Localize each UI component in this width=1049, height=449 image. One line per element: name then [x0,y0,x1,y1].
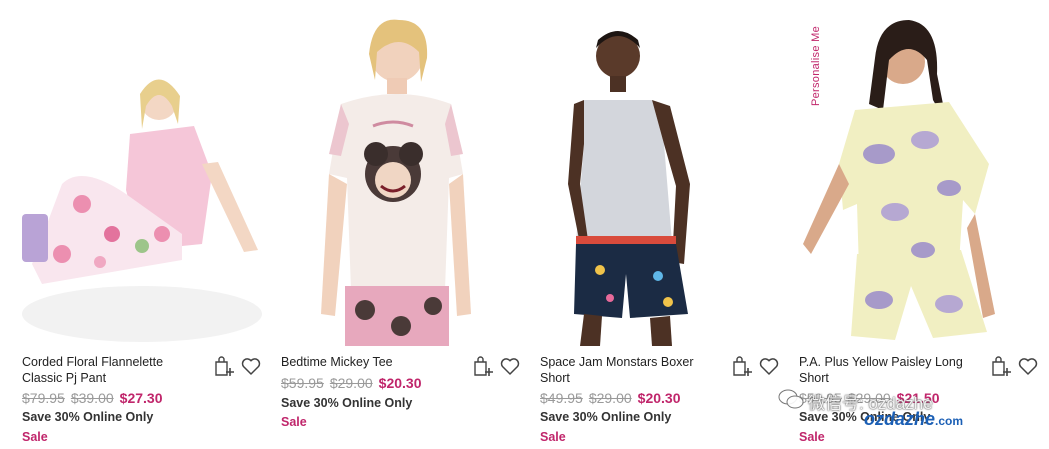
add-to-bag-icon[interactable] [730,354,754,378]
watermark-logo-suffix: .com [935,414,964,428]
watermark-logo-text: ozdazhe [864,409,936,429]
sale-price: $20.30 [637,390,681,406]
price-group: $49.95 $29.00 $20.30 [540,389,782,407]
heart-icon[interactable] [1016,354,1040,378]
product-card[interactable]: Bedtime Mickey Tee $59.95 $29.00 $20.30 Sa… [281,0,523,449]
original-price: $49.95 [540,390,583,406]
product-card[interactable]: P.A. Plus Yellow Paisley Long Short $59.… [799,0,1041,449]
product-title[interactable]: Space Jam Monstars Boxer Short [540,354,718,386]
promo-text: Save 30% Online Only [281,396,413,410]
sale-badge: Sale [22,430,48,444]
product-image[interactable] [799,14,1041,346]
sale-badge: Sale [281,415,307,429]
product-grid: Corded Floral Flannelette Classic Pj Pan… [0,0,1049,449]
product-image[interactable] [22,14,264,346]
promo-text: Save 30% Online Only [22,410,154,424]
product-title-row: Corded Floral Flannelette Classic Pj Pan… [22,354,264,388]
heart-icon[interactable] [757,354,781,378]
price-group: $79.95 $39.00 $27.30 [22,389,264,407]
product-card[interactable]: Corded Floral Flannelette Classic Pj Pan… [22,0,264,449]
product-title[interactable]: P.A. Plus Yellow Paisley Long Short [799,354,977,386]
original-price: $79.95 [22,390,65,406]
promo-text: Save 30% Online Only [540,410,672,424]
product-image[interactable] [540,14,782,346]
price-group: $59.95 $29.00 $20.30 [281,374,523,392]
personalise-me-text: Personalise Me [810,26,822,107]
product-card[interactable]: Space Jam Monstars Boxer Short $49.95 $29… [540,0,782,449]
add-to-bag-icon[interactable] [989,354,1013,378]
original-price: $59.95 [281,375,324,391]
product-title-row: P.A. Plus Yellow Paisley Long Short [799,354,1041,388]
previous-price: $39.00 [70,390,114,406]
product-image[interactable] [281,14,523,346]
sale-price: $27.30 [119,390,163,406]
sale-price: $20.30 [378,375,422,391]
heart-icon[interactable] [239,354,263,378]
watermark-logo: ozdazhe.com [864,409,963,430]
product-title[interactable]: Corded Floral Flannelette Classic Pj Pan… [22,354,200,386]
add-to-bag-icon[interactable] [212,354,236,378]
wechat-icon [778,389,804,409]
product-title-row: Space Jam Monstars Boxer Short [540,354,782,388]
sale-badge: Sale [540,430,566,444]
previous-price: $29.00 [329,375,373,391]
previous-price: $29.00 [588,390,632,406]
product-title[interactable]: Bedtime Mickey Tee [281,354,459,370]
personalise-me-label[interactable]: Personalise Me [806,24,826,116]
watermark: 微信号: ozdazhe ozdazhe.com [778,385,1044,437]
